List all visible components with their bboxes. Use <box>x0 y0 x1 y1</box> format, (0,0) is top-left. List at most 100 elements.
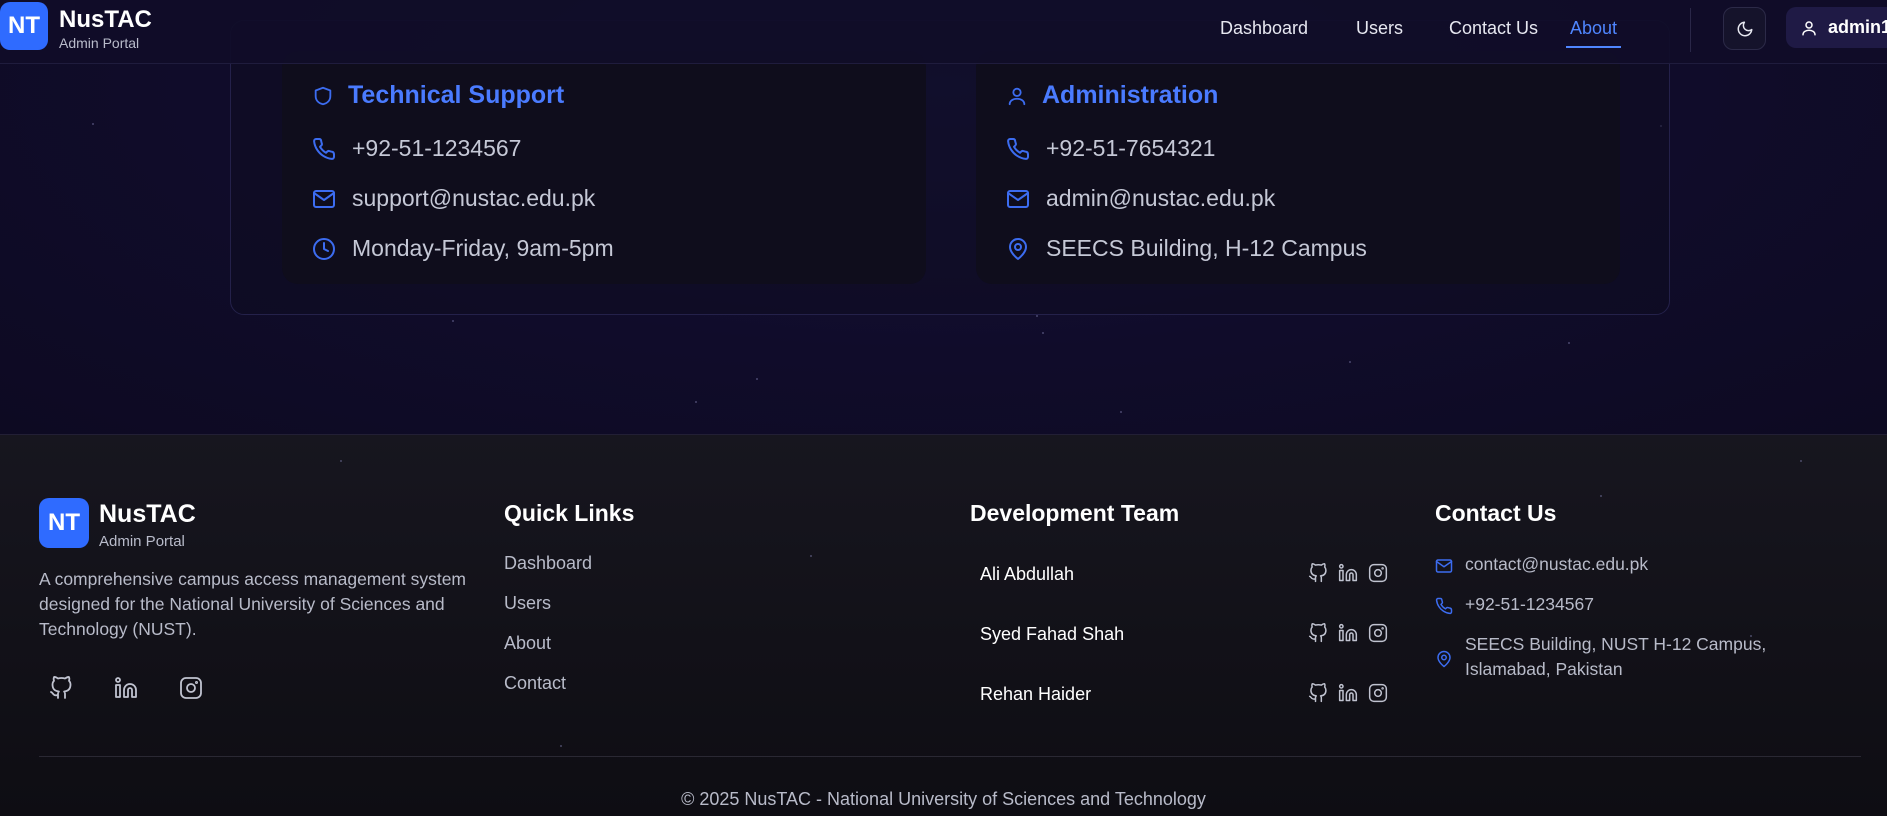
star <box>756 378 758 380</box>
admin-phone: +92-51-7654321 <box>1006 135 1215 162</box>
footer-description: A comprehensive campus access management… <box>39 569 466 639</box>
footer-divider <box>39 756 1861 757</box>
footer-link-about[interactable]: About <box>504 633 551 654</box>
contact-heading: Contact Us <box>1435 500 1557 526</box>
admin-location-text: SEECS Building, H-12 Campus <box>1046 235 1367 261</box>
instagram-icon[interactable] <box>1368 563 1388 583</box>
footer-link-users[interactable]: Users <box>504 593 551 614</box>
footer-contact-address: SEECS Building, NUST H-12 Campus, Islama… <box>1435 632 1855 682</box>
github-icon[interactable] <box>1308 623 1328 643</box>
support-hours-text: Monday-Friday, 9am-5pm <box>352 235 614 261</box>
support-email-text[interactable]: support@nustac.edu.pk <box>352 185 595 212</box>
copyright: © 2025 NusTAC - National University of S… <box>681 789 1206 809</box>
star <box>1568 342 1570 344</box>
github-icon[interactable] <box>1308 563 1328 583</box>
admin-email: admin@nustac.edu.pk <box>1006 185 1275 212</box>
github-icon <box>49 676 73 700</box>
card-title-text: Administration <box>1042 81 1219 109</box>
star <box>92 123 94 125</box>
card-title-text: Technical Support <box>348 81 565 109</box>
footer-email-text[interactable]: contact@nustac.edu.pk <box>1465 552 1648 577</box>
team-heading: Development Team <box>970 500 1180 526</box>
team-member-name: Syed Fahad Shah <box>980 623 1125 644</box>
administration-card: Administration +92-51-7654321 admin@nust… <box>976 51 1620 284</box>
brand-name[interactable]: NusTAC <box>59 6 152 34</box>
linkedin-icon[interactable] <box>1338 563 1358 583</box>
team-member-name: Rehan Haider <box>980 683 1092 704</box>
footer-address-text: SEECS Building, NUST H-12 Campus, Islama… <box>1465 634 1767 679</box>
theme-toggle-button[interactable] <box>1723 7 1766 50</box>
brand-subtitle: Admin Portal <box>59 35 140 51</box>
star <box>560 745 562 747</box>
mail-icon <box>312 187 336 211</box>
footer-link-contact[interactable]: Contact <box>504 673 566 694</box>
moon-icon <box>1736 20 1754 38</box>
contact-section: Technical Support +92-51-1234567 support… <box>230 20 1670 315</box>
star <box>452 320 454 322</box>
admin-location: SEECS Building, H-12 Campus <box>1006 235 1367 262</box>
linkedin-icon[interactable] <box>1338 683 1358 703</box>
star <box>1600 495 1602 497</box>
phone-icon <box>1435 595 1453 617</box>
star <box>1120 411 1122 413</box>
admin-email-text[interactable]: admin@nustac.edu.pk <box>1046 185 1275 212</box>
shield-icon <box>312 85 334 107</box>
instagram-link[interactable] <box>177 674 205 702</box>
top-navbar: NT NusTAC Admin Portal Dashboard Users C… <box>0 0 1887 64</box>
footer-phone-text: +92-51-1234567 <box>1465 594 1594 614</box>
footer-contact-phone: +92-51-1234567 <box>1435 592 1594 617</box>
instagram-icon[interactable] <box>1368 683 1388 703</box>
phone-icon <box>312 137 336 161</box>
logo[interactable]: NT <box>0 2 48 50</box>
team-member: Ali Abdullah <box>970 546 1388 602</box>
support-email: support@nustac.edu.pk <box>312 185 595 212</box>
footer-logo[interactable]: NT <box>39 498 89 548</box>
star <box>1349 361 1351 363</box>
linkedin-icon[interactable] <box>1338 623 1358 643</box>
github-icon[interactable] <box>1308 683 1328 703</box>
support-phone: +92-51-1234567 <box>312 135 521 162</box>
map-pin-icon <box>1435 635 1453 682</box>
footer-brand-name: NusTAC <box>99 500 196 528</box>
user-menu-button[interactable]: admin1 <box>1786 7 1887 48</box>
star <box>1800 460 1802 462</box>
star <box>1042 332 1044 334</box>
phone-icon <box>1006 137 1030 161</box>
instagram-icon[interactable] <box>1368 623 1388 643</box>
mail-icon <box>1435 555 1453 577</box>
quick-links-heading: Quick Links <box>504 500 635 526</box>
card-title: Administration <box>1006 81 1218 110</box>
nav-users[interactable]: Users <box>1356 16 1403 48</box>
nav-contact-us[interactable]: Contact Us <box>1449 16 1538 48</box>
footer-brand-subtitle: Admin Portal <box>99 533 185 550</box>
team-member-socials <box>1308 623 1388 643</box>
team-member-name: Ali Abdullah <box>980 563 1075 584</box>
star <box>1036 315 1038 317</box>
team-member: Syed Fahad Shah <box>970 606 1388 662</box>
user-name: admin1 <box>1828 17 1887 37</box>
instagram-icon <box>179 676 203 700</box>
nav-dashboard[interactable]: Dashboard <box>1220 16 1308 48</box>
star <box>695 401 697 403</box>
footer-contact-email: contact@nustac.edu.pk <box>1435 552 1648 577</box>
team-member: Rehan Haider <box>970 666 1388 722</box>
user-icon <box>1006 85 1028 107</box>
technical-support-card: Technical Support +92-51-1234567 support… <box>282 51 926 284</box>
map-pin-icon <box>1006 237 1030 261</box>
github-link[interactable] <box>47 674 75 702</box>
linkedin-link[interactable] <box>112 674 140 702</box>
nav-divider <box>1690 8 1691 52</box>
mail-icon <box>1006 187 1030 211</box>
admin-phone-text: +92-51-7654321 <box>1046 135 1216 161</box>
card-title: Technical Support <box>312 81 564 110</box>
clock-icon <box>312 237 336 261</box>
footer-link-dashboard[interactable]: Dashboard <box>504 553 592 574</box>
support-phone-text: +92-51-1234567 <box>352 135 522 161</box>
support-hours: Monday-Friday, 9am-5pm <box>312 235 614 262</box>
linkedin-icon <box>114 676 138 700</box>
nav-about[interactable]: About <box>1566 16 1622 48</box>
team-member-socials <box>1308 683 1388 703</box>
user-icon <box>1800 19 1818 37</box>
team-member-socials <box>1308 563 1388 583</box>
star <box>340 460 342 462</box>
